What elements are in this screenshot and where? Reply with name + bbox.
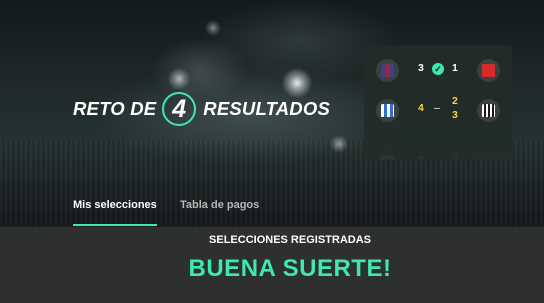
match-preview-card: 3 ✓ 1 4 – 2 3 2 2	[364, 45, 512, 160]
jersey-shape	[482, 104, 495, 117]
divider	[0, 226, 544, 227]
hero-title-suffix: RESULTADOS	[203, 98, 331, 119]
home-score: 4	[418, 102, 424, 114]
match-row: 4 – 2 3	[364, 91, 512, 131]
tab-tabla-de-pagos[interactable]: Tabla de pagos	[180, 196, 259, 224]
good-luck-message: BUENA SUERTE!	[188, 255, 392, 282]
registered-status: SELECCIONES REGISTRADAS	[209, 234, 371, 246]
preview-fade	[364, 137, 512, 160]
home-score: 3	[418, 62, 424, 74]
hero-title-prefix: RETO DE	[73, 98, 157, 119]
away-score: 2	[452, 95, 458, 107]
check-icon: ✓	[432, 63, 444, 75]
away-score-alt: 3	[452, 109, 458, 121]
home-team-jersey-icon	[376, 99, 399, 122]
jersey-shape	[381, 104, 394, 117]
challenge-count-badge: 4	[162, 92, 197, 126]
away-team-jersey-icon	[477, 59, 500, 82]
hero-title: RETO DE 4 RESULTADOS	[73, 86, 330, 132]
home-team-jersey-icon	[376, 59, 399, 82]
jersey-shape	[482, 64, 495, 77]
tab-bar: Mis selecciones Tabla de pagos	[0, 196, 544, 226]
score-separator: –	[434, 102, 440, 114]
tab-mis-selecciones[interactable]: Mis selecciones	[73, 196, 157, 226]
match-row: 3 ✓ 1	[364, 51, 512, 91]
away-score: 1	[452, 62, 458, 74]
away-team-jersey-icon	[477, 99, 500, 122]
challenge-count: 4	[172, 94, 187, 123]
jersey-shape	[381, 64, 394, 77]
stadium-light	[205, 20, 221, 36]
hero-banner: RETO DE 4 RESULTADOS 3 ✓ 1 4 – 2 3 Mis s…	[0, 0, 544, 226]
